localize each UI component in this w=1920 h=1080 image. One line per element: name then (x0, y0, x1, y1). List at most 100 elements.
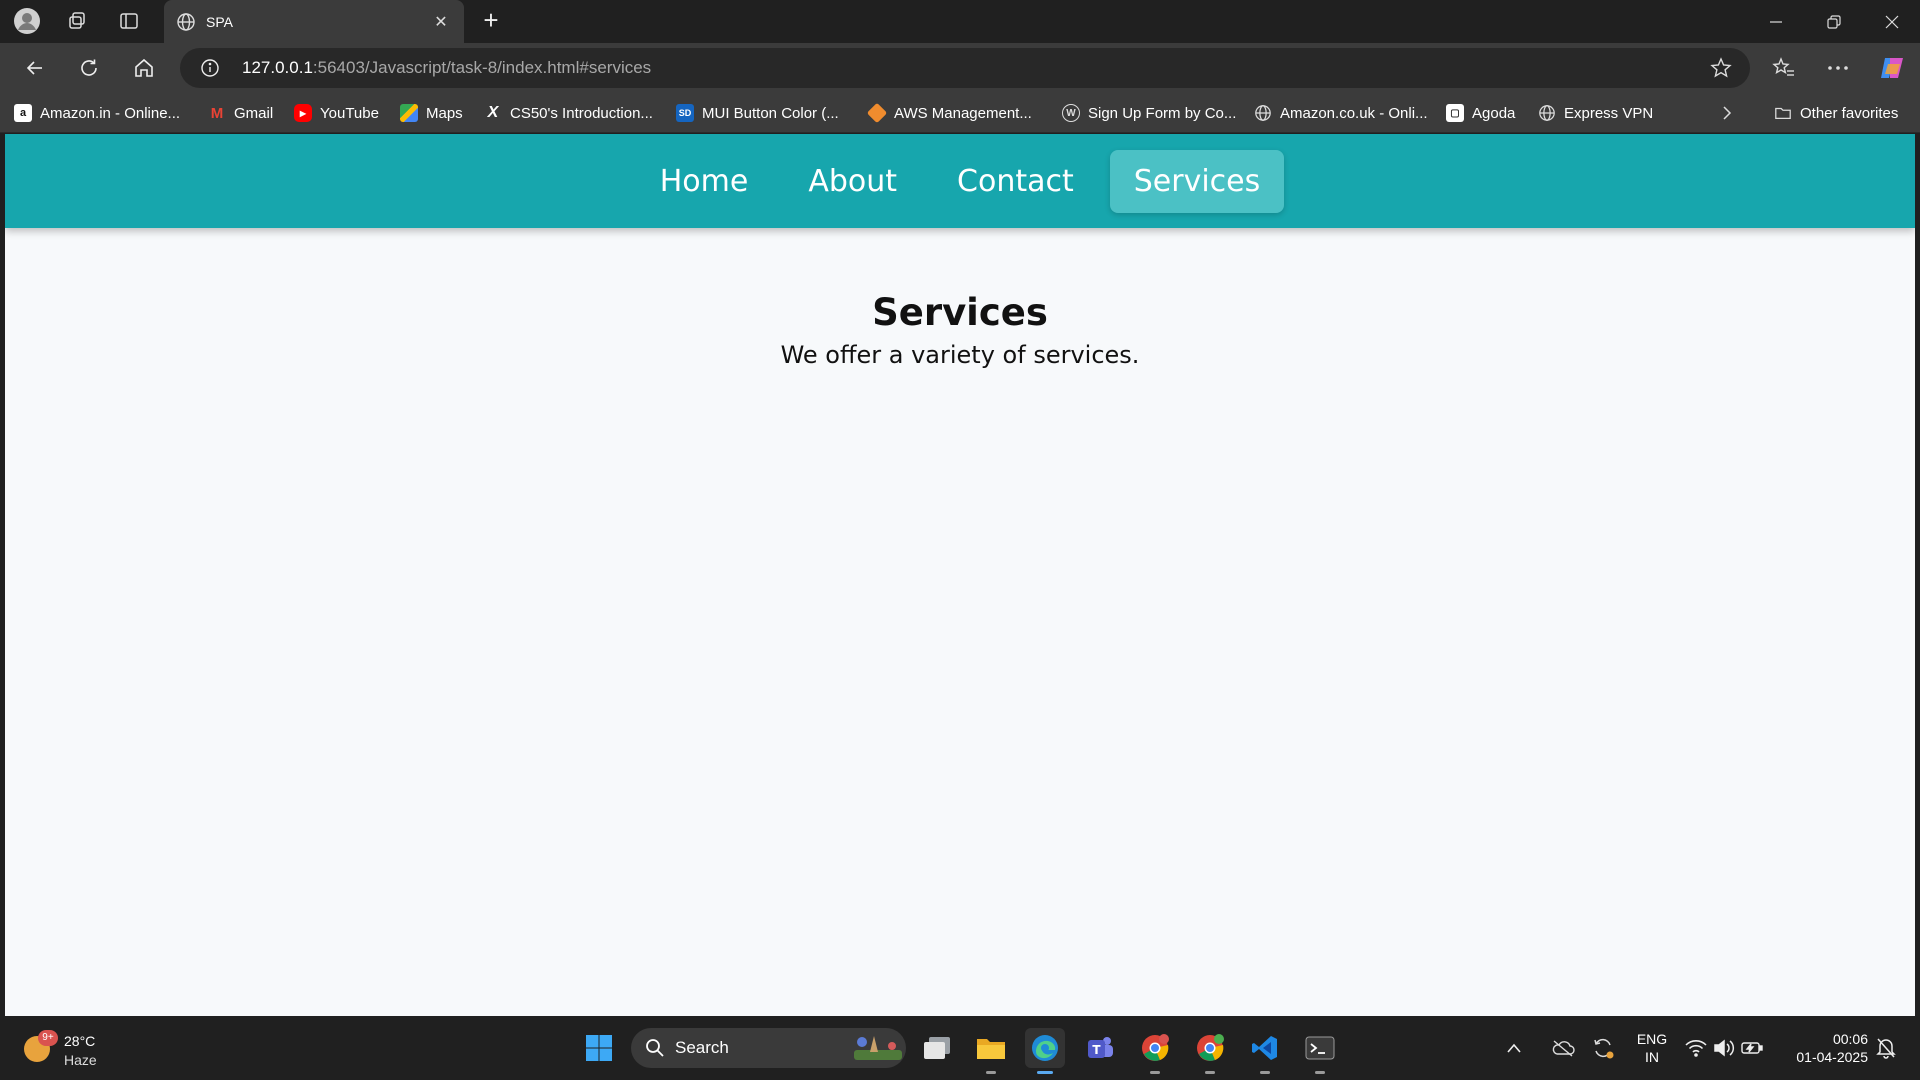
quick-settings-button[interactable] (1684, 1028, 1764, 1068)
home-button[interactable] (125, 52, 163, 84)
close-window-button[interactable] (1864, 0, 1920, 43)
workspaces-button[interactable] (60, 6, 94, 36)
notification-bell-icon (1876, 1038, 1896, 1059)
url-text: 127.0.0.1:56403/Javascript/task-8/index.… (242, 58, 651, 78)
other-favorites[interactable]: Other favorites (1774, 101, 1898, 125)
notifications-button[interactable] (1872, 1028, 1900, 1068)
bookmark-item[interactable]: SD MUI Button Color (... (676, 101, 839, 125)
bookmark-item[interactable]: W Sign Up Form by Co... (1062, 101, 1236, 125)
tab-actions-button[interactable] (112, 6, 146, 36)
page-description: We offer a variety of services. (780, 341, 1140, 369)
url-path: :56403/Javascript/task-8/index.html#serv… (312, 58, 652, 77)
start-button[interactable] (579, 1028, 619, 1068)
task-view-button[interactable] (917, 1028, 957, 1068)
bookmark-label: AWS Management... (894, 104, 1032, 122)
taskbar-search[interactable]: Search (631, 1028, 906, 1068)
search-icon (646, 1039, 664, 1057)
wifi-icon (1685, 1040, 1707, 1057)
show-hidden-icons-button[interactable] (1502, 1028, 1526, 1068)
running-indicator (1260, 1071, 1270, 1074)
search-label: Search (675, 1038, 729, 1057)
bookmark-item[interactable]: M Gmail (208, 101, 273, 125)
restore-icon (1827, 14, 1841, 29)
clock-time: 00:06 (1832, 1031, 1868, 1047)
url-host: 127.0.0.1 (242, 58, 313, 77)
terminal-button[interactable] (1300, 1028, 1340, 1074)
chevron-right-icon (1723, 106, 1732, 120)
bookmarks-bar: a Amazon.in - Online... M Gmail ▶ YouTube M… (0, 93, 1920, 133)
weather-widget[interactable]: 9+ 28°C Haze (20, 1026, 140, 1070)
task-view-icon (924, 1037, 950, 1059)
bookmark-label: Maps (426, 104, 463, 122)
chrome-button[interactable] (1135, 1028, 1175, 1074)
tab-close-icon[interactable]: ✕ (430, 12, 452, 32)
onedrive-button[interactable] (1550, 1028, 1576, 1068)
lang-line-1: ENG (1636, 1031, 1668, 1047)
address-bar[interactable]: 127.0.0.1:56403/Javascript/task-8/index.… (180, 48, 1750, 88)
bookmark-label: YouTube (320, 104, 379, 122)
running-indicator (1205, 1071, 1215, 1074)
volume-icon (1714, 1039, 1735, 1057)
sync-icon (1594, 1038, 1614, 1059)
bookmark-item[interactable]: Express VPN (1538, 101, 1653, 125)
page-viewport: Home About Contact Services Services We … (5, 134, 1915, 1016)
vscode-button[interactable] (1245, 1028, 1285, 1074)
bookmark-item[interactable]: ▶ YouTube (294, 101, 379, 125)
copilot-icon (1881, 58, 1903, 78)
copilot-button[interactable] (1873, 52, 1911, 84)
bookmark-label: Agoda (1472, 104, 1516, 122)
close-icon (1885, 15, 1899, 28)
sync-button[interactable] (1590, 1028, 1616, 1068)
favorites-list-icon (1772, 57, 1794, 76)
edge-button[interactable] (1025, 1028, 1065, 1074)
bookmark-item[interactable]: X CS50's Introduction... (484, 101, 653, 125)
back-button[interactable] (16, 52, 54, 84)
nav-link-contact[interactable]: Contact (933, 150, 1098, 213)
aws-icon (866, 102, 888, 124)
globe-icon (1539, 105, 1555, 121)
bookmark-label: CS50's Introduction... (510, 104, 653, 122)
weather-condition: Haze (64, 1052, 97, 1068)
chrome-profile-button[interactable] (1190, 1028, 1230, 1074)
input-language[interactable]: ENG IN (1630, 1030, 1674, 1066)
bookmark-item[interactable]: ▢ Agoda (1446, 101, 1515, 125)
bookmark-label: Gmail (234, 104, 274, 122)
browser-tab[interactable]: SPA ✕ (164, 0, 464, 43)
bookmark-item[interactable]: AWS Management... (866, 101, 1032, 125)
clock[interactable]: 00:06 01-04-2025 (1778, 1030, 1868, 1066)
bookmarks-overflow-button[interactable] (1720, 101, 1734, 125)
refresh-button[interactable] (70, 52, 108, 84)
folder-icon (977, 1039, 1005, 1059)
more-dots-icon (1828, 66, 1848, 70)
favorite-star-icon[interactable] (1710, 57, 1732, 79)
bookmark-item[interactable]: Maps (400, 101, 463, 125)
chrome-icon (1197, 1034, 1224, 1061)
taskbar: 9+ 28°C Haze Search T ENG IN 00:06 01-04… (0, 1016, 1920, 1080)
svg-text:T: T (1092, 1043, 1101, 1057)
site-navbar: Home About Contact Services (5, 134, 1915, 228)
profile-avatar[interactable] (10, 6, 44, 36)
new-tab-button[interactable]: + (474, 4, 508, 38)
favorites-button[interactable] (1765, 52, 1803, 84)
globe-icon (177, 12, 195, 31)
bookmark-item[interactable]: a Amazon.in - Online... (14, 101, 180, 125)
nav-link-about[interactable]: About (784, 150, 921, 213)
browser-toolbar: 127.0.0.1:56403/Javascript/task-8/index.… (0, 43, 1920, 93)
file-explorer-button[interactable] (971, 1028, 1011, 1074)
nav-link-home[interactable]: Home (636, 150, 773, 213)
bookmark-label: Sign Up Form by Co... (1088, 104, 1237, 122)
minimize-button[interactable] (1748, 0, 1804, 43)
terminal-icon (1305, 1036, 1335, 1060)
nav-link-services[interactable]: Services (1109, 149, 1285, 213)
tab-actions-icon (120, 13, 138, 29)
cs50-icon: X (487, 104, 499, 121)
folder-icon (1775, 107, 1791, 120)
teams-button[interactable]: T (1080, 1028, 1120, 1068)
site-info-icon[interactable] (200, 58, 220, 78)
youtube-icon: ▶ (294, 104, 312, 122)
restore-button[interactable] (1806, 0, 1862, 43)
running-indicator (1150, 1071, 1160, 1074)
bookmark-item[interactable]: Amazon.co.uk - Onli... (1254, 101, 1428, 125)
search-highlight-icon (854, 1036, 902, 1060)
settings-menu-button[interactable] (1819, 52, 1857, 84)
